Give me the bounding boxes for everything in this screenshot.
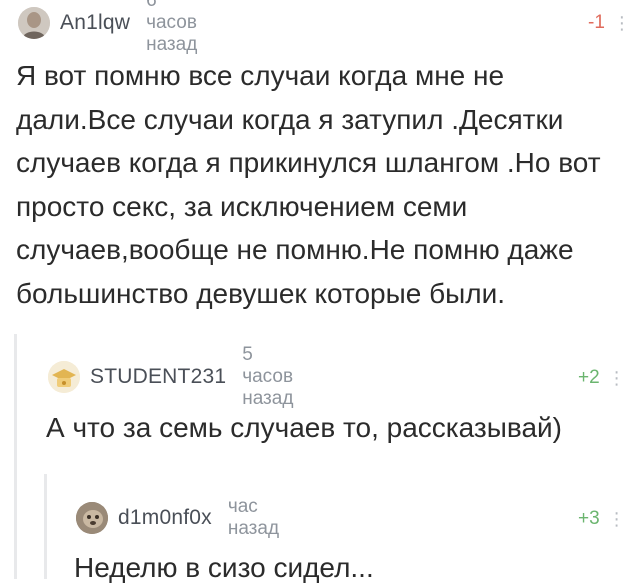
comment-line: случаев когда я прикинулся шлангом .Но в… — [16, 147, 601, 178]
comment-rating: +2 ⋮ — [578, 367, 626, 389]
comment-line: Неделю в сизо сидел... — [74, 552, 374, 583]
user-photo-avatar[interactable] — [18, 7, 50, 39]
thread-line-level-1 — [14, 334, 17, 579]
comment-time[interactable]: 6 часов назад — [146, 0, 197, 56]
graduation-cap-avatar[interactable] — [48, 361, 80, 393]
comment-rating: +3 ⋮ — [578, 508, 626, 530]
thread-line-level-2 — [44, 474, 47, 579]
comment-line: А что за семь случаев то, рассказывай) — [46, 412, 562, 443]
comment-line: большинство девушек которые были. — [16, 277, 506, 309]
more-vertical-icon[interactable]: ⋮ — [608, 369, 626, 387]
more-vertical-icon[interactable]: ⋮ — [613, 14, 631, 32]
username[interactable]: STUDENT231 — [90, 365, 226, 389]
comment-line: дали.Все случаи когда я затупил .Десятки — [16, 103, 564, 135]
comment-body: Неделю в сизо сидел... — [74, 548, 629, 588]
comment-time[interactable]: 5 часов назад — [242, 344, 293, 410]
comment-line: Я вот помню все случаи когда мне не — [16, 60, 505, 91]
comment-header: STUDENT231 5 часов назад — [48, 344, 293, 409]
comment-time[interactable]: час назад — [228, 496, 279, 540]
more-vertical-icon[interactable]: ⋮ — [608, 510, 626, 528]
comment-header: An1lqw 6 часов назад — [18, 0, 197, 55]
comment-body: А что за семь случаев то, рассказывай) — [46, 408, 631, 448]
comment-body: Я вот помню все случаи когда мне не дали… — [16, 54, 631, 315]
comment-header: d1m0nf0x час назад — [76, 496, 279, 539]
comment-line: просто секс, за исключением семи — [16, 190, 468, 222]
username[interactable]: d1m0nf0x — [118, 506, 212, 530]
rating-value: +2 — [578, 367, 600, 388]
rating-value: -1 — [588, 12, 605, 33]
username[interactable]: An1lqw — [60, 11, 130, 35]
comment-line: случаев,вообще не помню.Не помню даже — [16, 234, 574, 265]
animal-photo-avatar[interactable] — [76, 502, 108, 534]
comment-rating: -1 ⋮ — [588, 12, 631, 34]
rating-value: +3 — [578, 508, 600, 529]
